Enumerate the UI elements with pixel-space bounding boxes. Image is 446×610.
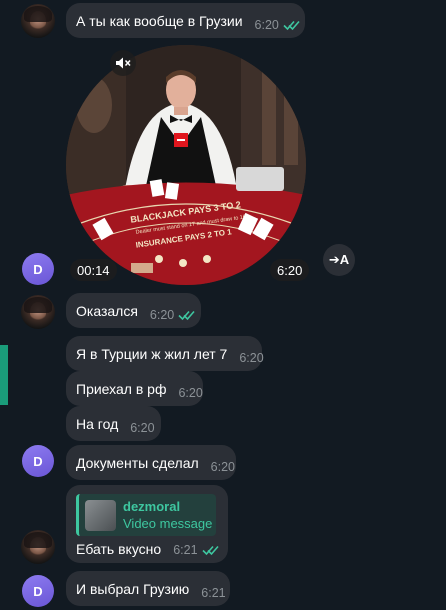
message-time: 6:20	[130, 420, 155, 435]
video-time: 6:20	[270, 259, 310, 281]
double-check-icon	[201, 545, 219, 556]
double-check-icon	[178, 310, 195, 320]
video-duration: 00:14	[70, 259, 117, 281]
double-check-icon	[283, 20, 300, 30]
speaker-muted-icon	[116, 57, 131, 69]
message-meta: 6:20	[130, 421, 154, 435]
message-time: 6:21	[173, 543, 198, 557]
message-text: Приехал в рф	[76, 380, 167, 397]
message-text: Оказался	[76, 302, 138, 319]
reply-thumbnail	[85, 499, 116, 531]
message-meta: 6:20	[178, 386, 202, 400]
message-text: На год	[76, 415, 119, 432]
avatar[interactable]	[21, 4, 55, 38]
avatar[interactable]	[21, 295, 55, 329]
message-meta: 6:20	[239, 351, 263, 365]
message-bubble[interactable]: Оказался 6:20	[66, 293, 201, 328]
avatar[interactable]: D	[22, 575, 54, 607]
message-bubble[interactable]: На год 6:20	[66, 406, 161, 441]
message-time: 6:20	[210, 459, 236, 474]
avatar[interactable]: D	[22, 445, 54, 477]
mute-button[interactable]	[110, 50, 136, 76]
reply-author: dezmoral	[123, 499, 181, 514]
video-frame: BLACKJACK PAYS 3 TO 2 Dealer must stand …	[66, 45, 306, 285]
message-text: А ты как вообще в Грузии	[76, 12, 243, 29]
share-arrow-icon: ➔A	[328, 252, 350, 267]
share-button[interactable]: ➔A	[323, 244, 355, 276]
message-text: Ебать вкусно	[76, 541, 162, 557]
message-bubble[interactable]: Приехал в рф 6:20	[66, 371, 203, 406]
scroll-indicator	[0, 345, 8, 405]
message-bubble[interactable]: Документы сделал 6:20	[66, 445, 236, 480]
reply-type: Video message	[123, 516, 213, 531]
message-bubble[interactable]: А ты как вообще в Грузии 6:20	[66, 3, 305, 38]
avatar[interactable]: D	[22, 253, 54, 285]
message-time: 6:20	[254, 17, 279, 32]
message-text: Я в Турции ж жил лет 7	[76, 345, 228, 362]
message-time: 6:21	[201, 585, 226, 600]
video-message[interactable]: BLACKJACK PAYS 3 TO 2 Dealer must stand …	[66, 45, 306, 285]
message-bubble[interactable]: Я в Турции ж жил лет 7 6:20	[66, 336, 264, 371]
message-time: 6:20	[239, 350, 264, 365]
message-meta: 6:20	[255, 18, 301, 32]
message-meta: 6:20	[150, 308, 196, 322]
reply-quote[interactable]: dezmoral Video message	[76, 494, 216, 536]
message-text: И выбрал Грузию	[76, 580, 190, 597]
message-meta: 6:20	[211, 460, 235, 474]
message-bubble[interactable]: И выбрал Грузию 6:21	[66, 571, 230, 606]
message-text: Документы сделал	[76, 454, 199, 471]
message-time: 6:20	[149, 307, 175, 322]
avatar[interactable]	[21, 530, 55, 564]
message-meta: 6:21	[173, 543, 219, 557]
reply-info: dezmoral Video message	[123, 499, 212, 531]
message-time: 6:20	[178, 385, 203, 400]
message-meta: 6:21	[201, 586, 225, 600]
